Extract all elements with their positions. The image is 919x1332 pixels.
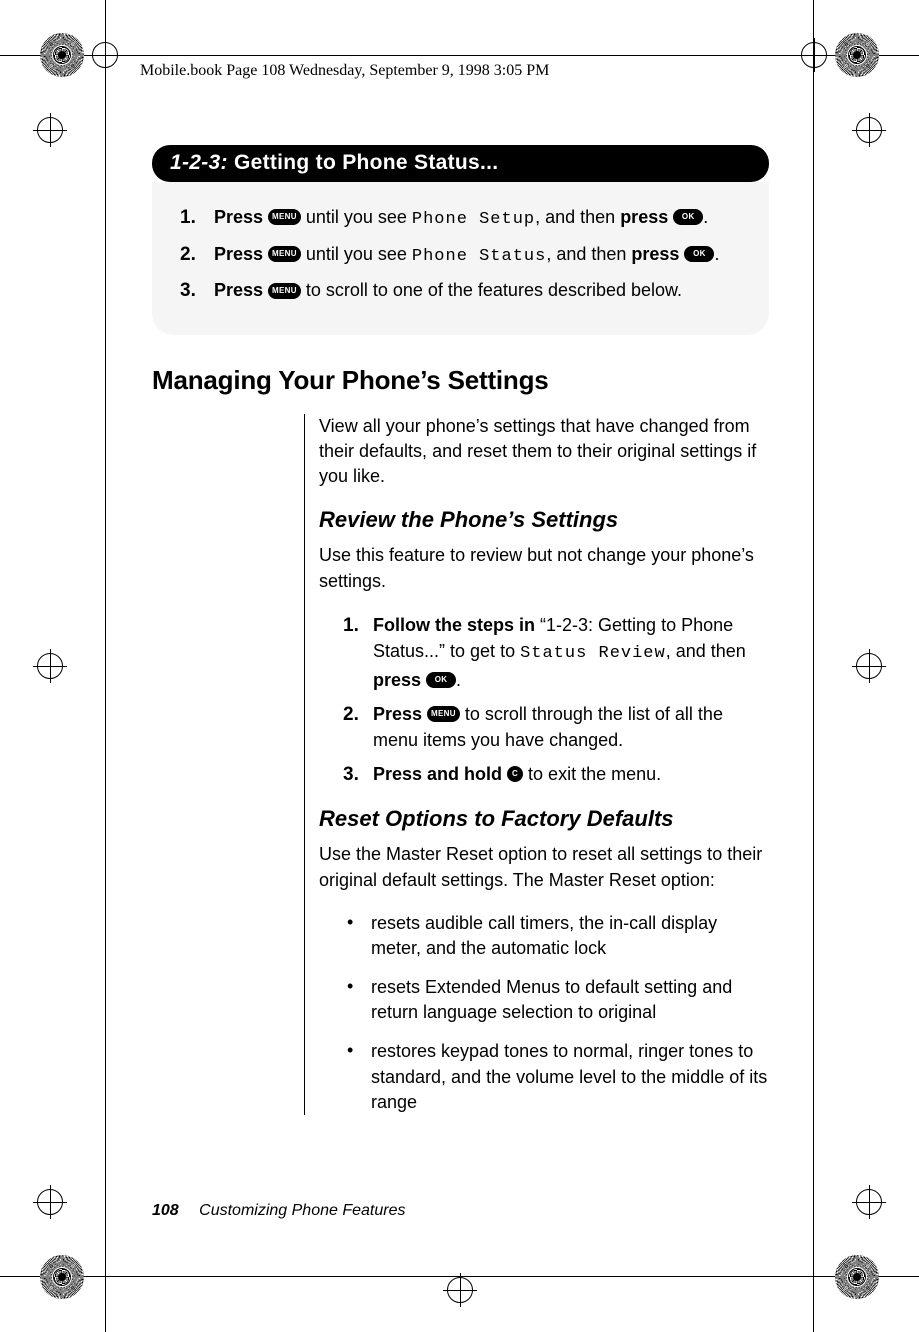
procedure-banner: 1-2-3: Getting to Phone Status...	[152, 145, 769, 182]
reset-bullet-list: resets audible call timers, the in-call …	[319, 911, 769, 1115]
registration-cross-icon	[443, 1273, 477, 1307]
step-text: Follow the steps in “1-2-3: Getting to P…	[373, 612, 769, 693]
crop-line-right	[813, 0, 814, 1332]
registration-starburst-icon	[40, 1255, 84, 1299]
menu-key-icon: MENU	[268, 246, 301, 262]
ok-key-icon: OK	[684, 246, 714, 262]
registration-cross-icon	[33, 113, 67, 147]
c-key-icon: C	[507, 766, 523, 782]
step-text: Press MENU until you see Phone Status, a…	[214, 241, 719, 270]
list-item: resets Extended Menus to default setting…	[343, 975, 769, 1025]
page-slug-text: Mobile.book Page 108 Wednesday, Septembe…	[140, 62, 549, 79]
step-number: 1.	[343, 612, 373, 640]
procedure-steps-box: 1. Press MENU until you see Phone Setup,…	[152, 182, 769, 335]
page-footer: 108 Customizing Phone Features	[152, 1202, 405, 1220]
registration-cross-icon	[33, 649, 67, 683]
registration-cross-icon	[852, 113, 886, 147]
subsection-intro: Use the Master Reset option to reset all…	[319, 842, 769, 892]
list-item: restores keypad tones to normal, ringer …	[343, 1039, 769, 1115]
procedure-step: 1. Press MENU until you see Phone Setup,…	[180, 204, 741, 233]
registration-starburst-icon	[835, 1255, 879, 1299]
crop-line-left	[105, 0, 106, 1332]
list-item: resets audible call timers, the in-call …	[343, 911, 769, 961]
ok-key-icon: OK	[673, 209, 703, 225]
review-step: 2. Press MENU to scroll through the list…	[343, 701, 769, 753]
subsection-intro: Use this feature to review but not chang…	[319, 543, 769, 593]
ok-key-icon: OK	[426, 672, 456, 688]
subsection-heading: Reset Options to Factory Defaults	[319, 806, 769, 832]
review-steps: 1. Follow the steps in “1-2-3: Getting t…	[319, 612, 769, 789]
step-text: Press MENU to scroll through the list of…	[373, 701, 769, 753]
subsection-heading: Review the Phone’s Settings	[319, 507, 769, 533]
banner-title: Getting to Phone Status...	[228, 151, 499, 174]
section-body: View all your phone’s settings that have…	[304, 414, 769, 1115]
procedure-step: 3. Press MENU to scroll to one of the fe…	[180, 277, 741, 305]
step-text: Press and hold C to exit the menu.	[373, 761, 661, 787]
page-content: 1-2-3: Getting to Phone Status... 1. Pre…	[152, 145, 769, 1129]
step-number: 3.	[343, 761, 373, 789]
page-number: 108	[152, 1202, 179, 1219]
banner-prefix: 1-2-3:	[170, 151, 228, 174]
review-step: 1. Follow the steps in “1-2-3: Getting t…	[343, 612, 769, 693]
intro-paragraph: View all your phone’s settings that have…	[319, 414, 769, 490]
menu-key-icon: MENU	[268, 283, 301, 299]
step-number: 1.	[180, 204, 214, 232]
registration-starburst-icon	[835, 33, 879, 77]
registration-cross-icon	[852, 1185, 886, 1219]
step-number: 2.	[343, 701, 373, 729]
registration-cross-icon	[33, 1185, 67, 1219]
step-text: Press MENU to scroll to one of the featu…	[214, 277, 682, 303]
review-step: 3. Press and hold C to exit the menu.	[343, 761, 769, 789]
registration-cross-icon	[797, 38, 831, 72]
review-steps-list: 1. Follow the steps in “1-2-3: Getting t…	[343, 612, 769, 789]
procedure-step: 2. Press MENU until you see Phone Status…	[180, 241, 741, 270]
menu-key-icon: MENU	[427, 706, 460, 722]
page-slug: Mobile.book Page 108 Wednesday, Septembe…	[140, 55, 779, 94]
footer-title: Customizing Phone Features	[199, 1202, 405, 1219]
step-text: Press MENU until you see Phone Setup, an…	[214, 204, 708, 233]
step-number: 3.	[180, 277, 214, 305]
registration-starburst-icon	[40, 33, 84, 77]
registration-cross-icon	[852, 649, 886, 683]
step-number: 2.	[180, 241, 214, 269]
registration-cross-icon	[88, 38, 122, 72]
procedure-steps: 1. Press MENU until you see Phone Setup,…	[180, 204, 741, 305]
document-page: Mobile.book Page 108 Wednesday, Septembe…	[0, 0, 919, 1332]
section-heading: Managing Your Phone’s Settings	[152, 365, 769, 396]
menu-key-icon: MENU	[268, 209, 301, 225]
